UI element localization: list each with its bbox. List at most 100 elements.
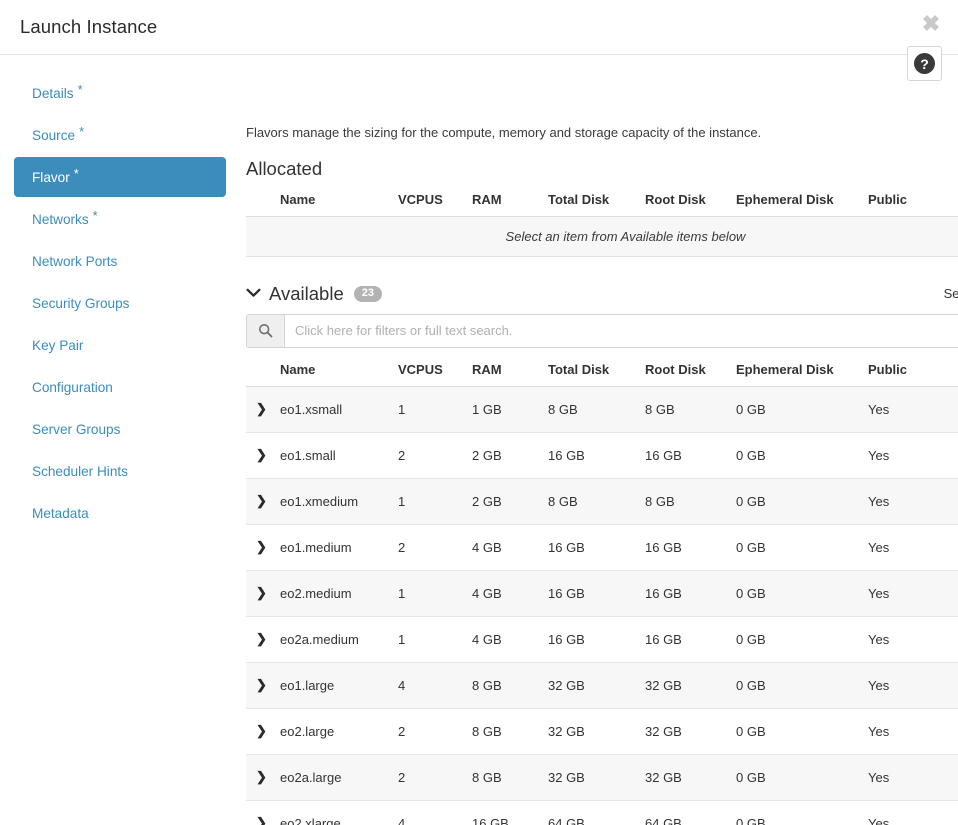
row-action-cell [945, 478, 958, 524]
sidebar-item-label: Scheduler Hints [32, 464, 128, 479]
expand-cell: ❯ [246, 800, 272, 825]
chevron-right-icon[interactable]: ❯ [254, 815, 267, 825]
available-header-row: Name VCPUS RAM Total Disk Root Disk Ephe… [246, 356, 958, 387]
chevron-right-icon[interactable]: ❯ [254, 539, 267, 554]
flavor-ephemeral-disk: 0 GB [728, 800, 860, 825]
chevron-right-icon[interactable]: ❯ [254, 585, 267, 600]
flavor-total-disk: 16 GB [540, 524, 637, 570]
table-row[interactable]: ❯eo1.small22 GB16 GB16 GB0 GBYes [246, 432, 958, 478]
flavor-total-disk: 64 GB [540, 800, 637, 825]
chevron-right-icon[interactable]: ❯ [254, 723, 267, 738]
sidebar-item-label: Flavor [32, 170, 70, 185]
table-row[interactable]: ❯eo1.xsmall11 GB8 GB8 GB0 GBYes [246, 386, 958, 432]
allocated-col-public: Public [860, 186, 945, 217]
close-icon[interactable]: ✖ [918, 11, 944, 37]
sidebar-item-security-groups[interactable]: Security Groups [14, 283, 226, 323]
chevron-right-icon[interactable]: ❯ [254, 769, 267, 784]
flavor-public: Yes [860, 478, 945, 524]
search-icon[interactable] [247, 315, 285, 347]
sidebar-item-server-groups[interactable]: Server Groups [14, 409, 226, 449]
table-row[interactable]: ❯eo1.large48 GB32 GB32 GB0 GBYes [246, 662, 958, 708]
flavor-ephemeral-disk: 0 GB [728, 386, 860, 432]
sidebar-item-key-pair[interactable]: Key Pair [14, 325, 226, 365]
flavor-ephemeral-disk: 0 GB [728, 432, 860, 478]
available-col-ram[interactable]: RAM [464, 356, 540, 387]
expand-cell: ❯ [246, 662, 272, 708]
expand-cell: ❯ [246, 432, 272, 478]
flavor-ephemeral-disk: 0 GB [728, 478, 860, 524]
row-action-wrap [953, 670, 958, 701]
available-col-action [945, 356, 958, 387]
row-action-cell [945, 754, 958, 800]
help-button[interactable]: ? [907, 46, 942, 81]
row-action-cell [945, 708, 958, 754]
sidebar-item-label: Configuration [32, 380, 113, 395]
flavor-root-disk: 16 GB [637, 616, 728, 662]
flavor-root-disk: 8 GB [637, 478, 728, 524]
flavor-total-disk: 16 GB [540, 616, 637, 662]
allocated-empty-message: Select an item from Available items belo… [246, 216, 958, 256]
table-row[interactable]: ❯eo1.xmedium12 GB8 GB8 GB0 GBYes [246, 478, 958, 524]
flavor-total-disk: 32 GB [540, 662, 637, 708]
flavor-total-disk: 32 GB [540, 708, 637, 754]
table-row[interactable]: ❯eo2.medium14 GB16 GB16 GB0 GBYes [246, 570, 958, 616]
available-col-vcpus[interactable]: VCPUS [390, 356, 464, 387]
available-col-public[interactable]: Public [860, 356, 945, 387]
flavor-ephemeral-disk: 0 GB [728, 662, 860, 708]
sidebar-item-metadata[interactable]: Metadata [14, 493, 226, 533]
intro-text: Flavors manage the sizing for the comput… [246, 125, 958, 142]
table-row[interactable]: ❯eo2a.medium14 GB16 GB16 GB0 GBYes [246, 616, 958, 662]
sidebar-item-label: Network Ports [32, 254, 117, 269]
launch-instance-modal: Launch Instance ✖ ? Details*Source*Flavo… [0, 0, 958, 825]
flavor-ephemeral-disk: 0 GB [728, 616, 860, 662]
page-title: Launch Instance [20, 16, 157, 38]
available-col-ephemeral-disk[interactable]: Ephemeral Disk [728, 356, 860, 387]
chevron-right-icon[interactable]: ❯ [254, 447, 267, 462]
sidebar-item-source[interactable]: Source* [14, 115, 226, 155]
sidebar-item-network-ports[interactable]: Network Ports [14, 241, 226, 281]
row-action-wrap [953, 578, 958, 609]
flavor-vcpus: 2 [390, 708, 464, 754]
table-row[interactable]: ❯eo1.medium24 GB16 GB16 GB0 GBYes [246, 524, 958, 570]
available-col-total-disk[interactable]: Total Disk [540, 356, 637, 387]
sidebar-item-label: Source [32, 128, 75, 143]
sidebar-item-scheduler-hints[interactable]: Scheduler Hints [14, 451, 226, 491]
allocated-col-ephemeral-disk: Ephemeral Disk [728, 186, 860, 217]
chevron-right-icon[interactable]: ❯ [254, 677, 267, 692]
table-row[interactable]: ❯eo2.xlarge416 GB64 GB64 GB0 GBYes [246, 800, 958, 825]
chevron-right-icon[interactable]: ❯ [254, 401, 267, 416]
flavor-public: Yes [860, 616, 945, 662]
sidebar-item-details[interactable]: Details* [14, 73, 226, 113]
flavor-ram: 2 GB [464, 432, 540, 478]
chevron-down-icon[interactable] [246, 286, 261, 301]
search-input[interactable] [285, 315, 958, 347]
row-action-wrap [953, 762, 958, 793]
flavor-public: Yes [860, 524, 945, 570]
wizard-sidebar: Details*Source*Flavor*Networks* Network P… [0, 55, 240, 825]
table-row[interactable]: ❯eo2a.large28 GB32 GB32 GB0 GBYes [246, 754, 958, 800]
flavor-public: Yes [860, 432, 945, 478]
flavor-vcpus: 2 [390, 432, 464, 478]
sidebar-item-configuration[interactable]: Configuration [14, 367, 226, 407]
flavor-ephemeral-disk: 0 GB [728, 708, 860, 754]
chevron-right-icon[interactable]: ❯ [254, 493, 267, 508]
sidebar-item-label: Details [32, 86, 74, 101]
flavor-name: eo1.large [272, 662, 390, 708]
available-table-body: ❯eo1.xsmall11 GB8 GB8 GB0 GBYes❯eo1.smal… [246, 386, 958, 825]
row-action-wrap [953, 808, 958, 825]
sidebar-item-flavor[interactable]: Flavor* [14, 157, 226, 197]
available-col-root-disk[interactable]: Root Disk [637, 356, 728, 387]
flavor-name: eo2.xlarge [272, 800, 390, 825]
available-col-name[interactable]: Name [272, 356, 390, 387]
allocated-header-row: Name VCPUS RAM Total Disk Root Disk Ephe… [246, 186, 958, 217]
table-row[interactable]: ❯eo2.large28 GB32 GB32 GB0 GBYes [246, 708, 958, 754]
flavor-name: eo1.xmedium [272, 478, 390, 524]
allocated-col-spacer [246, 186, 272, 217]
flavor-ram: 4 GB [464, 616, 540, 662]
flavor-name: eo1.medium [272, 524, 390, 570]
flavor-total-disk: 8 GB [540, 386, 637, 432]
expand-cell: ❯ [246, 708, 272, 754]
sidebar-item-networks[interactable]: Networks* [14, 199, 226, 239]
sidebar-item-label: Networks [32, 212, 89, 227]
chevron-right-icon[interactable]: ❯ [254, 631, 267, 646]
